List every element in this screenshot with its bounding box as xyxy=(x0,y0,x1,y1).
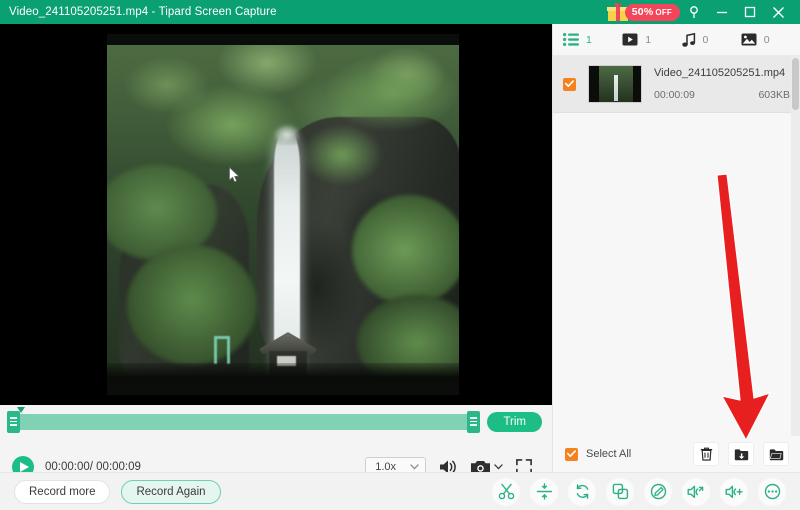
music-icon xyxy=(681,32,695,47)
share-export-icon[interactable] xyxy=(728,442,754,466)
audio-export-icon[interactable] xyxy=(682,477,710,506)
tab-audio[interactable]: 0 xyxy=(681,32,741,47)
chevron-down-icon[interactable] xyxy=(494,464,503,470)
tab-images[interactable]: 0 xyxy=(741,33,800,46)
file-panel-footer: Select All xyxy=(553,436,800,472)
foliage-cluster xyxy=(327,55,457,130)
file-checkbox[interactable] xyxy=(563,77,576,91)
select-all-label: Select All xyxy=(586,448,632,460)
file-submeta: 00:00:09 603KB xyxy=(654,89,790,101)
file-name: Video_241105205251.mp4 xyxy=(654,67,786,79)
trim-track[interactable] xyxy=(7,406,481,433)
window-title: Video_241105205251.mp4 - Tipard Screen C… xyxy=(9,6,277,18)
panel-scrollbar-thumb[interactable] xyxy=(792,58,799,110)
image-icon xyxy=(741,33,757,46)
video-frame-inner xyxy=(107,45,459,383)
list-item[interactable]: Video_241105205251.mp4 00:00:09 603KB xyxy=(553,56,800,113)
trim-row: Trim xyxy=(0,405,552,438)
video-stage[interactable] xyxy=(0,24,552,405)
tab-all-files[interactable]: 1 xyxy=(563,33,622,46)
panel-scrollbar[interactable] xyxy=(791,56,800,436)
minimize-icon[interactable] xyxy=(708,0,736,24)
trim-handle-end[interactable] xyxy=(467,410,481,433)
foliage-cluster xyxy=(302,125,382,185)
close-icon[interactable] xyxy=(764,0,792,24)
promo-off-label: OFF xyxy=(655,7,672,17)
volume-boost-icon[interactable] xyxy=(720,477,748,506)
maximize-icon[interactable] xyxy=(736,0,764,24)
bottom-toolbar: Record more Record Again xyxy=(0,472,800,510)
file-actions xyxy=(693,442,789,466)
foliage-cluster xyxy=(127,245,257,365)
select-all-control[interactable]: Select All xyxy=(565,447,632,461)
tab-count: 0 xyxy=(763,33,770,46)
tab-count: 1 xyxy=(586,33,592,46)
chevron-down-icon xyxy=(410,464,419,470)
scene-foreground-shadow xyxy=(107,363,459,383)
trim-button[interactable]: Trim xyxy=(487,411,542,432)
editing-tools xyxy=(492,477,786,506)
tab-videos[interactable]: 1 xyxy=(622,33,681,46)
foliage-cluster xyxy=(352,195,459,305)
select-all-checkbox[interactable] xyxy=(565,447,578,461)
video-preview[interactable] xyxy=(107,34,459,395)
title-bar: Video_241105205251.mp4 - Tipard Screen C… xyxy=(0,0,800,24)
split-icon[interactable] xyxy=(530,477,558,506)
file-list: Video_241105205251.mp4 00:00:09 603KB xyxy=(553,56,800,113)
player-area: Trim 00:00:00/ 00:00:09 1.0x xyxy=(0,24,552,510)
promo-number: 50% xyxy=(631,5,654,18)
list-icon xyxy=(563,33,579,46)
app-window: Video_241105205251.mp4 - Tipard Screen C… xyxy=(0,0,800,510)
title-bar-controls: 50% OFF xyxy=(606,0,800,24)
video-icon xyxy=(622,33,638,46)
merge-icon[interactable] xyxy=(606,477,634,506)
file-duration: 00:00:09 xyxy=(654,89,695,101)
promo-badge[interactable]: 50% OFF xyxy=(624,3,680,21)
trim-handle-start[interactable] xyxy=(7,410,20,433)
edit-effect-icon[interactable] xyxy=(644,477,672,506)
more-options-icon[interactable] xyxy=(758,477,786,506)
file-thumbnail xyxy=(588,65,642,103)
mouse-cursor-icon xyxy=(229,167,240,183)
trim-scissors-icon[interactable] xyxy=(492,477,520,506)
delete-icon[interactable] xyxy=(693,442,719,466)
record-more-button[interactable]: Record more xyxy=(14,479,111,504)
file-panel: 1 1 0 0 Video_241105205251.mp4 00:00:09 … xyxy=(552,24,800,472)
open-folder-icon[interactable] xyxy=(763,442,789,466)
green-gate xyxy=(214,336,230,364)
file-size: 603KB xyxy=(758,89,790,101)
rotate-icon[interactable] xyxy=(568,477,596,506)
tab-count: 0 xyxy=(702,33,709,46)
tab-count: 1 xyxy=(645,33,652,46)
record-again-button[interactable]: Record Again xyxy=(121,479,221,504)
file-type-tabs: 1 1 0 0 xyxy=(553,24,800,56)
help-question-icon[interactable] xyxy=(680,0,708,24)
file-meta: Video_241105205251.mp4 00:00:09 603KB xyxy=(654,67,790,101)
